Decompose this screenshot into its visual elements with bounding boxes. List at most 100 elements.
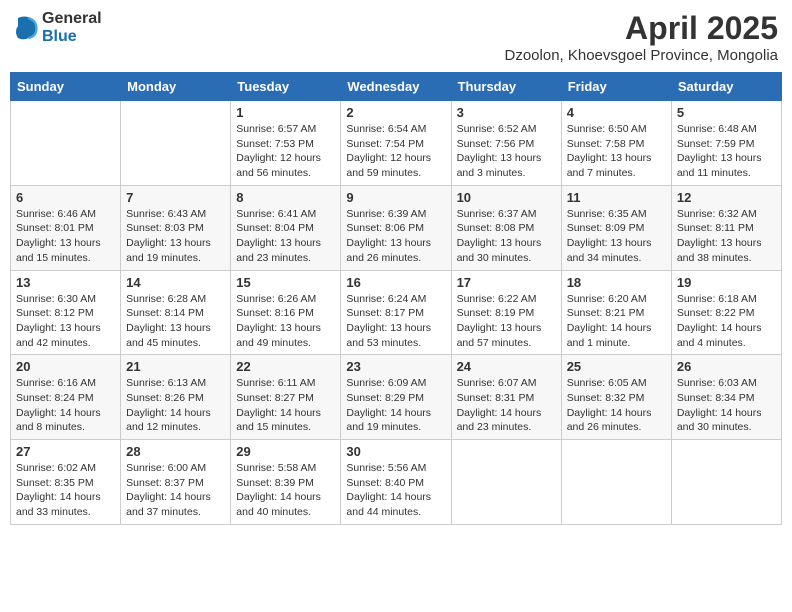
day-info: Sunrise: 6:13 AM Sunset: 8:26 PM Dayligh… (126, 376, 225, 435)
calendar-week-row: 1Sunrise: 6:57 AM Sunset: 7:53 PM Daylig… (11, 101, 782, 186)
calendar-cell: 20Sunrise: 6:16 AM Sunset: 8:24 PM Dayli… (11, 355, 121, 440)
logo-blue-text: Blue (42, 28, 102, 46)
calendar-cell: 3 Sunrise: 6:52 AM Sunset: 7:56 PM Daylig… (451, 101, 561, 186)
day-number: 20 (16, 359, 115, 374)
calendar-cell: 28 Sunrise: 6:00 AM Sunset: 8:37 PM Dayli… (121, 440, 231, 525)
calendar-week-row: 27 Sunrise: 6:02 AM Sunset: 8:35 PM Dayli… (11, 440, 782, 525)
day-number: 3 (457, 105, 556, 120)
day-number: 30 (346, 444, 445, 459)
day-info: Sunrise: 6:39 AM Sunset: 8:06 PM Dayligh… (346, 207, 445, 266)
calendar-cell: 24Sunrise: 6:07 AM Sunset: 8:31 PM Dayli… (451, 355, 561, 440)
weekday-header-wednesday: Wednesday (341, 73, 451, 101)
day-info: Sunrise: 6:05 AM Sunset: 8:32 PM Dayligh… (567, 376, 666, 435)
calendar-cell: 16 Sunrise: 6:24 AM Sunset: 8:17 PM Dayli… (341, 270, 451, 355)
weekday-header-friday: Friday (561, 73, 671, 101)
calendar-cell: 10 Sunrise: 6:37 AM Sunset: 8:08 PM Dayli… (451, 185, 561, 270)
day-info: Sunrise: 6:26 AM Sunset: 8:16 PM Dayligh… (236, 292, 335, 351)
calendar-cell: 4 Sunrise: 6:50 AM Sunset: 7:58 PM Daylig… (561, 101, 671, 186)
day-number: 6 (16, 190, 115, 205)
calendar-cell (561, 440, 671, 525)
day-info: Sunrise: 6:30 AM Sunset: 8:12 PM Dayligh… (16, 292, 115, 351)
day-info: Sunrise: 5:56 AM Sunset: 8:40 PM Dayligh… (346, 461, 445, 520)
day-number: 28 (126, 444, 225, 459)
day-info: Sunrise: 6:09 AM Sunset: 8:29 PM Dayligh… (346, 376, 445, 435)
weekday-header-saturday: Saturday (671, 73, 781, 101)
day-info: Sunrise: 6:00 AM Sunset: 8:37 PM Dayligh… (126, 461, 225, 520)
day-info: Sunrise: 6:03 AM Sunset: 8:34 PM Dayligh… (677, 376, 776, 435)
day-number: 8 (236, 190, 335, 205)
day-info: Sunrise: 6:50 AM Sunset: 7:58 PM Dayligh… (567, 122, 666, 181)
day-info: Sunrise: 6:37 AM Sunset: 8:08 PM Dayligh… (457, 207, 556, 266)
day-number: 24 (457, 359, 556, 374)
day-info: Sunrise: 6:41 AM Sunset: 8:04 PM Dayligh… (236, 207, 335, 266)
day-info: Sunrise: 6:22 AM Sunset: 8:19 PM Dayligh… (457, 292, 556, 351)
day-number: 22 (236, 359, 335, 374)
calendar-week-row: 13 Sunrise: 6:30 AM Sunset: 8:12 PM Dayli… (11, 270, 782, 355)
day-info: Sunrise: 6:24 AM Sunset: 8:17 PM Dayligh… (346, 292, 445, 351)
weekday-header-sunday: Sunday (11, 73, 121, 101)
weekday-header-thursday: Thursday (451, 73, 561, 101)
day-info: Sunrise: 6:43 AM Sunset: 8:03 PM Dayligh… (126, 207, 225, 266)
calendar-week-row: 20Sunrise: 6:16 AM Sunset: 8:24 PM Dayli… (11, 355, 782, 440)
logo-icon (14, 14, 38, 42)
day-info: Sunrise: 6:52 AM Sunset: 7:56 PM Dayligh… (457, 122, 556, 181)
day-info: Sunrise: 6:11 AM Sunset: 8:27 PM Dayligh… (236, 376, 335, 435)
calendar-cell: 17 Sunrise: 6:22 AM Sunset: 8:19 PM Dayli… (451, 270, 561, 355)
day-info: Sunrise: 6:32 AM Sunset: 8:11 PM Dayligh… (677, 207, 776, 266)
day-number: 13 (16, 275, 115, 290)
calendar-cell: 21Sunrise: 6:13 AM Sunset: 8:26 PM Dayli… (121, 355, 231, 440)
logo-general-text: General (42, 10, 102, 28)
calendar-cell: 23 Sunrise: 6:09 AM Sunset: 8:29 PM Dayli… (341, 355, 451, 440)
calendar-cell: 1Sunrise: 6:57 AM Sunset: 7:53 PM Daylig… (231, 101, 341, 186)
calendar-cell (671, 440, 781, 525)
calendar-cell: 5 Sunrise: 6:48 AM Sunset: 7:59 PM Daylig… (671, 101, 781, 186)
day-info: Sunrise: 6:28 AM Sunset: 8:14 PM Dayligh… (126, 292, 225, 351)
calendar-cell: 11 Sunrise: 6:35 AM Sunset: 8:09 PM Dayli… (561, 185, 671, 270)
day-number: 5 (677, 105, 776, 120)
calendar-week-row: 6 Sunrise: 6:46 AM Sunset: 8:01 PM Daylig… (11, 185, 782, 270)
title-area: April 2025 Dzoolon, Khoevsgoel Province,… (505, 10, 779, 64)
day-number: 9 (346, 190, 445, 205)
day-info: Sunrise: 5:58 AM Sunset: 8:39 PM Dayligh… (236, 461, 335, 520)
day-number: 15 (236, 275, 335, 290)
calendar-cell: 26 Sunrise: 6:03 AM Sunset: 8:34 PM Dayli… (671, 355, 781, 440)
calendar-cell: 2 Sunrise: 6:54 AM Sunset: 7:54 PM Daylig… (341, 101, 451, 186)
calendar-cell (11, 101, 121, 186)
calendar-cell: 18 Sunrise: 6:20 AM Sunset: 8:21 PM Dayli… (561, 270, 671, 355)
calendar-cell: 6 Sunrise: 6:46 AM Sunset: 8:01 PM Daylig… (11, 185, 121, 270)
day-number: 17 (457, 275, 556, 290)
day-info: Sunrise: 6:02 AM Sunset: 8:35 PM Dayligh… (16, 461, 115, 520)
calendar-cell: 8 Sunrise: 6:41 AM Sunset: 8:04 PM Daylig… (231, 185, 341, 270)
day-number: 23 (346, 359, 445, 374)
calendar-table: SundayMondayTuesdayWednesdayThursdayFrid… (10, 72, 782, 525)
calendar-cell: 30 Sunrise: 5:56 AM Sunset: 8:40 PM Dayli… (341, 440, 451, 525)
day-number: 4 (567, 105, 666, 120)
day-number: 2 (346, 105, 445, 120)
day-info: Sunrise: 6:57 AM Sunset: 7:53 PM Dayligh… (236, 122, 335, 181)
weekday-header-monday: Monday (121, 73, 231, 101)
day-number: 26 (677, 359, 776, 374)
day-number: 11 (567, 190, 666, 205)
header: General Blue April 2025 Dzoolon, Khoevsg… (10, 10, 782, 64)
day-number: 27 (16, 444, 115, 459)
calendar-cell: 19Sunrise: 6:18 AM Sunset: 8:22 PM Dayli… (671, 270, 781, 355)
month-title: April 2025 (505, 10, 779, 47)
day-info: Sunrise: 6:35 AM Sunset: 8:09 PM Dayligh… (567, 207, 666, 266)
day-number: 18 (567, 275, 666, 290)
day-info: Sunrise: 6:46 AM Sunset: 8:01 PM Dayligh… (16, 207, 115, 266)
day-info: Sunrise: 6:54 AM Sunset: 7:54 PM Dayligh… (346, 122, 445, 181)
day-info: Sunrise: 6:20 AM Sunset: 8:21 PM Dayligh… (567, 292, 666, 351)
calendar-cell: 7Sunrise: 6:43 AM Sunset: 8:03 PM Daylig… (121, 185, 231, 270)
calendar-cell: 14Sunrise: 6:28 AM Sunset: 8:14 PM Dayli… (121, 270, 231, 355)
day-number: 29 (236, 444, 335, 459)
calendar-cell: 25Sunrise: 6:05 AM Sunset: 8:32 PM Dayli… (561, 355, 671, 440)
day-number: 10 (457, 190, 556, 205)
calendar-cell (451, 440, 561, 525)
calendar-cell: 15 Sunrise: 6:26 AM Sunset: 8:16 PM Dayli… (231, 270, 341, 355)
day-number: 16 (346, 275, 445, 290)
calendar-cell: 27 Sunrise: 6:02 AM Sunset: 8:35 PM Dayli… (11, 440, 121, 525)
location-title: Dzoolon, Khoevsgoel Province, Mongolia (505, 47, 779, 64)
calendar-cell: 22 Sunrise: 6:11 AM Sunset: 8:27 PM Dayli… (231, 355, 341, 440)
calendar-cell: 13 Sunrise: 6:30 AM Sunset: 8:12 PM Dayli… (11, 270, 121, 355)
day-info: Sunrise: 6:48 AM Sunset: 7:59 PM Dayligh… (677, 122, 776, 181)
